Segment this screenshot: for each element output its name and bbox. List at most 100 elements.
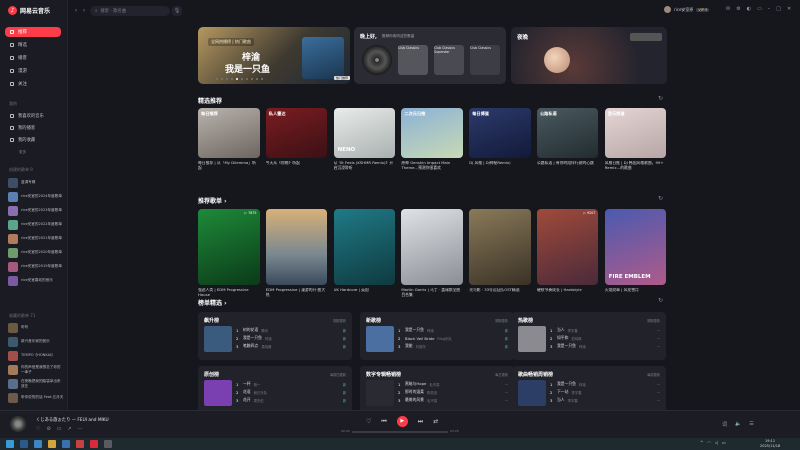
shuffle-icon[interactable]: ⇄ — [433, 418, 438, 425]
card-cover[interactable]: 每日推荐 — [198, 108, 260, 158]
share-icon[interactable]: ↗ — [67, 426, 71, 432]
card-cover[interactable]: ▷ 9207 — [536, 209, 599, 285]
my-more[interactable]: 更多 — [5, 147, 61, 157]
card-cover[interactable]: FIRE EMBLEM — [604, 209, 667, 285]
pager-dot[interactable] — [231, 78, 233, 80]
pager-dot-active[interactable] — [236, 78, 238, 80]
comment-icon[interactable]: ▭ — [57, 426, 62, 432]
hero-banner[interactable]: 全网热播榜 | 热门歌曲 梓渝 我是一只鱼 热门推荐 — [198, 27, 350, 84]
card-cover[interactable]: 每日搏蛋 — [469, 108, 531, 158]
rank-song-row[interactable]: 2 下一站 李宇春 — — [550, 388, 660, 396]
minimize-icon[interactable]: – — [768, 6, 771, 12]
more-icon[interactable]: ⋯ — [78, 426, 83, 432]
banner-pager[interactable] — [216, 78, 263, 80]
vinyl-disc[interactable] — [362, 45, 392, 75]
user-menu[interactable]: rice安室原 VIP·9 — [664, 6, 710, 13]
card-title[interactable]: 原神 Genshin Impact Main Theme...预测你很喜欢 — [401, 161, 463, 175]
rank-cover[interactable] — [518, 326, 546, 352]
rank-song-row[interactable]: 1 当人 李宇春 — — [550, 326, 660, 334]
heart-icon[interactable]: ♡ — [36, 426, 40, 432]
tray-chevron-icon[interactable]: ^ — [700, 440, 703, 445]
content-card[interactable]: EDM Progressive | 漫游的开·曲大热 — [265, 209, 328, 302]
sidebar-playlist-item[interactable]: TEMPO《HONKAI》 — [8, 350, 64, 361]
rank-song-row[interactable]: 2 花语 我们乐队 新 — [236, 388, 346, 396]
rank-title[interactable]: 歌曲畅销周销榜 — [518, 371, 553, 378]
mini-mode-icon[interactable]: ▭ — [757, 6, 762, 12]
rank-cover[interactable] — [204, 380, 232, 406]
rank-song-row[interactable]: 1 我是一只鱼 梓渝 新 — [398, 326, 508, 334]
refresh-icon[interactable]: ↻ — [658, 195, 663, 202]
rank-card[interactable]: 新歌榜 刚刚更新 1 我是一只鱼 梓渝新 2 Black Veil Bride Ring乐队新… — [360, 312, 514, 360]
volume-icon[interactable]: ◁ — [715, 440, 718, 445]
card-cover[interactable]: 公路私语 — [536, 108, 599, 158]
rank-song-row[interactable]: 1 一杯 杨一 新 — [236, 380, 346, 388]
like-icon[interactable]: ♡ — [366, 418, 371, 425]
app-icon[interactable] — [104, 440, 112, 448]
back-button[interactable]: ‹ — [72, 7, 80, 15]
my-liked-music[interactable]: 我喜欢的音乐 — [5, 111, 61, 121]
pager-dot[interactable] — [256, 78, 258, 80]
now-playing-cover[interactable] — [10, 416, 26, 432]
dislike-icon[interactable]: ⊘ — [46, 426, 50, 432]
rank-song-row[interactable]: 3 笔触四点 易晓峰 新 — [236, 342, 346, 350]
rank-cover[interactable] — [518, 380, 546, 406]
content-card[interactable]: 每日推荐每日推荐 | 从「My Dilemma」听起 — [198, 108, 260, 175]
windows-start-icon[interactable] — [6, 440, 14, 448]
content-card[interactable]: 光与影 · 33号远征队OST精选 — [469, 209, 531, 302]
refresh-icon[interactable]: ↻ — [658, 297, 663, 304]
rank-title[interactable]: 飙升榜 — [204, 317, 219, 324]
battery-icon[interactable]: ▭ — [722, 440, 726, 445]
rank-song-row[interactable]: 2 我是一只鱼 梓渝 新 — [236, 334, 346, 342]
content-card[interactable]: UK Hardcore | 英国 — [333, 209, 396, 302]
rank-song-row[interactable]: 2 Black Veil Bride Ring乐队 新 — [398, 334, 508, 342]
sidebar-playlist-item[interactable]: 你的声音是我想念了你的一辈子 — [8, 364, 64, 375]
card-title[interactable]: 光与影 · 33号远征队OST精选 — [469, 288, 531, 302]
rank-title[interactable]: 热歌榜 — [518, 317, 533, 324]
rank-title[interactable]: 原创榜 — [204, 371, 219, 378]
rank-card[interactable]: 歌曲畅销周销榜 每周更新 1 我是一只鱼 梓渝 —2 下一站 李宇春 —3 当人 李宇春 — — [512, 366, 666, 414]
card-title[interactable]: 今天从《傍晚》听起 — [266, 161, 328, 175]
refresh-icon[interactable]: ↻ — [658, 95, 663, 102]
card-cover[interactable] — [265, 209, 328, 285]
pager-dot[interactable] — [261, 78, 263, 80]
fav-playlists-label[interactable]: 收藏的歌单 71 — [9, 313, 35, 319]
netease-icon[interactable] — [90, 440, 98, 448]
play-button[interactable]: ▶ — [396, 416, 408, 427]
rank-song-row[interactable]: 1 树的花语 腾讯 新 — [236, 326, 346, 334]
volume-icon[interactable]: 🔈 — [735, 421, 741, 428]
pager-dot[interactable] — [246, 78, 248, 80]
sidebar-playlist-item[interactable]: rice安室的2024年度歌单 — [8, 191, 64, 202]
store-icon[interactable] — [62, 440, 70, 448]
card-cover[interactable]: 私人雷达 — [265, 108, 328, 158]
wifi-icon[interactable]: ◠ — [707, 440, 711, 445]
sidebar-playlist-item[interactable]: rice安室的2021年度歌单 — [8, 233, 64, 244]
nav-featured[interactable]: 精选 — [5, 40, 61, 50]
content-card[interactable]: ▷ 7875 强迫人类 | EDM Progressive House — [198, 209, 260, 302]
mail-icon[interactable]: ✉ — [726, 6, 730, 12]
sidebar-playlist-item[interactable]: rice安室的2022年度歌单 — [8, 219, 64, 230]
app-logo[interactable]: ♪ 网易云音乐 — [8, 6, 50, 15]
rank-song-row[interactable]: 2 那时的温柔 陈奕迅 — — [398, 388, 508, 396]
rank-cover[interactable] — [366, 326, 394, 352]
clock[interactable]: 19:11 2025/11/18 — [760, 439, 780, 448]
section-playlists-title[interactable]: 推荐歌单 › — [198, 196, 227, 205]
prev-icon[interactable]: ⏮ — [381, 418, 386, 426]
content-card[interactable]: 每日搏蛋 DJ 风格 | DJ神秘Remix) — [469, 108, 531, 175]
pager-dot[interactable] — [216, 78, 218, 80]
section-ranks-title[interactable]: 榜单精选 › — [198, 298, 227, 307]
edge-icon[interactable] — [34, 440, 42, 448]
explorer-icon[interactable] — [48, 440, 56, 448]
rank-card[interactable]: 原创榜 每周四更新 1 一杯 杨一新 2 花语 我们乐队新 3 花开 周杰伦新 — [198, 366, 352, 414]
daily-card[interactable]: 晚上好, 推荐你收听这些歌曲 Club Classics Club Classi… — [354, 27, 506, 84]
content-card[interactable]: 二次元日推 原神 Genshin Impact Main Theme...预测你很… — [401, 108, 463, 175]
card-title[interactable]: UK Hardcore | 英国 — [334, 288, 396, 302]
card-title[interactable]: 公路私语 | 有你的陪伴行驶的心跳 — [537, 161, 599, 175]
rank-title[interactable]: 新歌榜 — [366, 317, 381, 324]
card-cover[interactable] — [401, 209, 463, 285]
skin-icon[interactable]: ◐ — [747, 6, 751, 12]
rank-song-row[interactable]: 3 我是一只鱼 梓渝 — — [550, 342, 660, 350]
content-card[interactable]: 公路私语公路私语 | 有你的陪伴行驶的心跳 — [536, 108, 599, 175]
card-title[interactable]: 每日推荐 | 从「My Dilemma」听起 — [198, 161, 260, 175]
close-icon[interactable]: ✕ — [787, 6, 791, 12]
sidebar-playlist-item[interactable]: 在夜晚把我的脑袋拿出来放在 — [8, 378, 64, 389]
